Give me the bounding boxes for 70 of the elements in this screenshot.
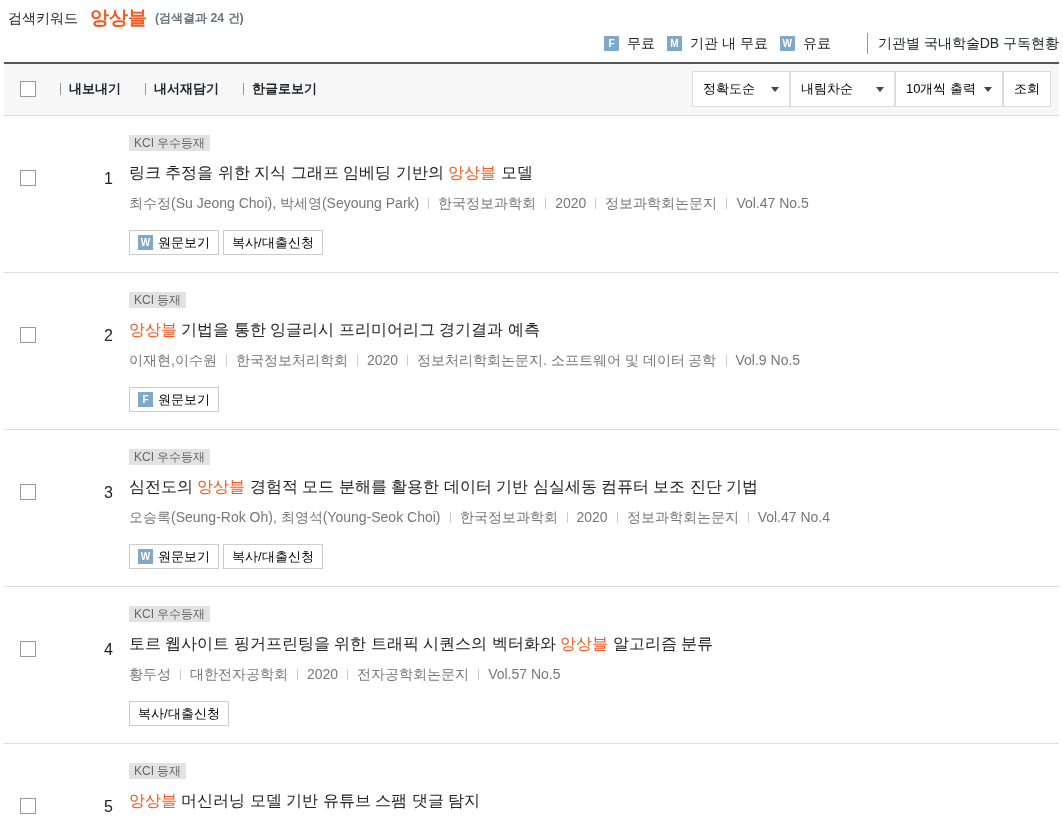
sort-select[interactable]: 10개씩 출력	[895, 71, 1003, 107]
result-title[interactable]: 앙상블 기법을 통한 잉글리시 프리미어리그 경기결과 예측	[129, 317, 801, 342]
result-checkbox[interactable]	[20, 169, 36, 186]
metadata-text: 한국정보과학회	[449, 511, 558, 523]
result-number: 4	[104, 639, 113, 660]
access-icon: W	[779, 35, 795, 51]
toolbar-link[interactable]: 내보내기	[60, 83, 121, 95]
legend-label: 기관 내 무료	[690, 33, 768, 53]
legend-label: 유료	[802, 33, 831, 53]
metadata-text: 2020	[566, 511, 608, 523]
metadata-text: Vol.57 No.5	[478, 668, 561, 680]
result-title[interactable]: 앙상블 머신러닝 모델 기반 유튜브 스팸 댓글 탐지	[129, 788, 481, 813]
metadata-text: 오승록(Seung-Rok Oh), 최영석(Young-Seok Choi)	[129, 507, 441, 527]
result-checkbox[interactable]	[20, 797, 36, 814]
kci-tag: KCI 우수등재	[129, 134, 211, 151]
fulltext-button[interactable]: W 원문보기	[129, 229, 219, 255]
metadata-text: 2020	[356, 354, 399, 366]
result-count: (검색결과 24 건)	[155, 10, 244, 28]
metadata-text: Vol.9 No.5	[725, 354, 801, 366]
result-title[interactable]: 토르 웹사이트 핑거프린팅을 위한 트래픽 시퀀스의 벡터화와 앙상블 알고리즘 분류	[129, 631, 713, 656]
access-icon: W	[138, 548, 153, 564]
access-icon: M	[667, 35, 682, 51]
metadata-text: 한국정보과학회	[428, 197, 537, 209]
sort-select[interactable]: 내림차순	[790, 71, 895, 107]
copy-request-button[interactable]: 복사/대출신청	[223, 543, 323, 569]
kci-tag: KCI 우수등재	[129, 605, 211, 622]
result-title[interactable]: 링크 추정을 위한 지식 그래프 임베딩 기반의 앙상블 모델	[129, 160, 809, 185]
sort-select[interactable]: 정확도순	[692, 71, 790, 107]
legend-label: 무료	[627, 33, 655, 53]
metadata-text: 이재현,이수원	[129, 350, 217, 370]
access-icon: F	[604, 35, 619, 51]
result-number: 5	[104, 796, 113, 815]
access-icon: W	[138, 234, 153, 250]
fulltext-button[interactable]: F 원문보기	[129, 386, 219, 412]
metadata-text: 대한전자공학회	[180, 668, 288, 680]
metadata-text: 최수정(Su Jeong Choi), 박세영(Seyoung Park)	[129, 193, 420, 213]
copy-request-button[interactable]: 복사/대출신청	[129, 700, 229, 726]
toolbar-link[interactable]: 내서재담기	[145, 83, 219, 95]
metadata-text: 전자공학회논문지	[347, 668, 470, 680]
metadata-text: 정보과학회논문지	[616, 511, 739, 523]
result-title[interactable]: 심전도의 앙상블 경험적 모드 분해를 활용한 데이터 기반 심실세동 컴퓨터 보조 진단 기법	[129, 474, 831, 499]
search-keyword-label: 검색키워드	[8, 8, 78, 28]
metadata-text: 2020	[297, 668, 339, 680]
access-icon: F	[138, 391, 153, 407]
caret-icon	[771, 86, 779, 92]
caret-icon	[876, 86, 884, 92]
metadata-text: Vol.47 No.5	[726, 197, 809, 209]
subscription-link[interactable]: 기관별 국내학술DB 구독현황	[866, 32, 1059, 54]
result-number: 2	[104, 325, 113, 346]
result-checkbox[interactable]	[20, 326, 36, 343]
metadata-text: 2020	[545, 197, 587, 209]
metadata-text: Vol.47 No.4	[747, 511, 831, 523]
result-checkbox[interactable]	[20, 640, 36, 657]
caret-icon	[984, 86, 993, 92]
toolbar-link[interactable]: 한글로보기	[243, 83, 317, 95]
metadata-text: 황두성	[129, 664, 171, 684]
result-checkbox[interactable]	[20, 483, 36, 500]
fulltext-button[interactable]: W 원문보기	[129, 543, 219, 569]
result-number: 3	[104, 482, 113, 503]
metadata-text: 한국정보처리학회	[225, 354, 348, 366]
metadata-text: 정보과학회논문지	[595, 197, 718, 209]
search-keyword: 앙상블	[90, 6, 147, 30]
select-all-checkbox[interactable]	[20, 81, 36, 97]
result-number: 1	[104, 168, 113, 189]
kci-tag: KCI 등재	[129, 291, 187, 308]
kci-tag: KCI 등재	[129, 762, 187, 779]
kci-tag: KCI 우수등재	[129, 448, 211, 465]
metadata-text: 정보처리학회논문지. 소프트웨어 및 데이터 공학	[407, 354, 717, 366]
submit-button[interactable]: 조회	[1003, 71, 1051, 107]
copy-request-button[interactable]: 복사/대출신청	[223, 229, 323, 255]
